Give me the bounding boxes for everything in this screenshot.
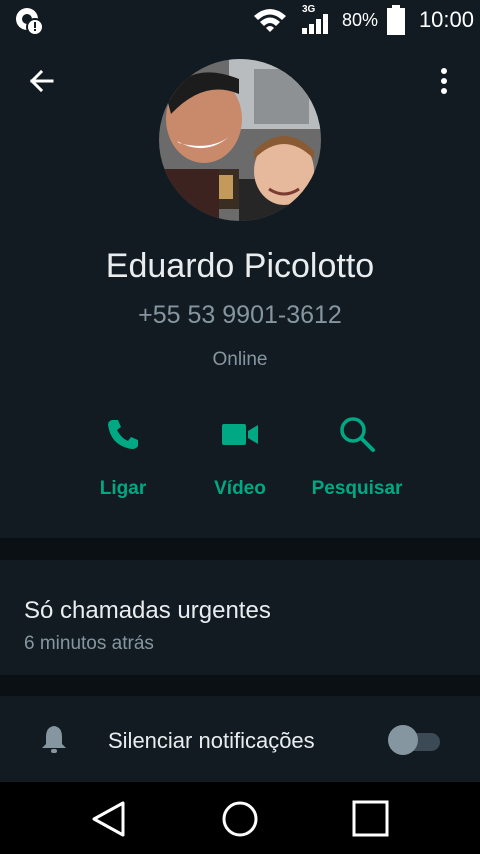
wifi-icon <box>254 9 286 32</box>
phone-icon <box>108 420 138 449</box>
toggle-knob <box>388 725 418 755</box>
alert-icon <box>16 8 44 36</box>
home-circle-icon <box>222 801 258 837</box>
search-label: Pesquisar <box>311 478 403 499</box>
contact-phone: +55 53 9901-3612 <box>138 301 342 329</box>
bell-icon <box>42 726 66 753</box>
search-icon <box>340 417 375 452</box>
clock: 10:00 <box>418 7 474 32</box>
about-text: Só chamadas urgentes <box>24 597 271 624</box>
more-vert-icon <box>441 68 447 94</box>
status-bar: 3G 80% 10:00 <box>0 0 480 40</box>
signal-icon <box>302 14 328 34</box>
video-label: Vídeo <box>214 478 266 499</box>
recents-square-icon <box>352 800 389 837</box>
arrow-left-icon <box>29 69 54 93</box>
call-button[interactable]: Ligar <box>63 410 183 510</box>
more-options-button[interactable] <box>426 62 462 102</box>
avatar-photo <box>159 59 321 221</box>
mute-label: Silenciar notificações <box>108 728 315 753</box>
nav-recents-button[interactable] <box>340 795 400 843</box>
back-button[interactable] <box>22 62 62 102</box>
section-divider <box>0 675 480 696</box>
battery-percent: 80% <box>341 10 378 30</box>
back-triangle-icon <box>92 801 125 837</box>
video-call-button[interactable]: Vídeo <box>180 410 300 510</box>
section-divider <box>0 538 480 560</box>
battery-icon <box>387 5 405 35</box>
call-label: Ligar <box>99 478 147 499</box>
avatar[interactable] <box>159 59 321 221</box>
search-button[interactable]: Pesquisar <box>297 410 417 510</box>
video-icon <box>222 424 258 445</box>
nav-home-button[interactable] <box>210 795 270 843</box>
contact-name: Eduardo Picolotto <box>105 247 375 285</box>
about-timestamp: 6 minutos atrás <box>24 633 154 654</box>
presence-status: Online <box>212 349 268 370</box>
mute-toggle[interactable] <box>388 725 440 755</box>
nav-back-button[interactable] <box>80 795 140 843</box>
